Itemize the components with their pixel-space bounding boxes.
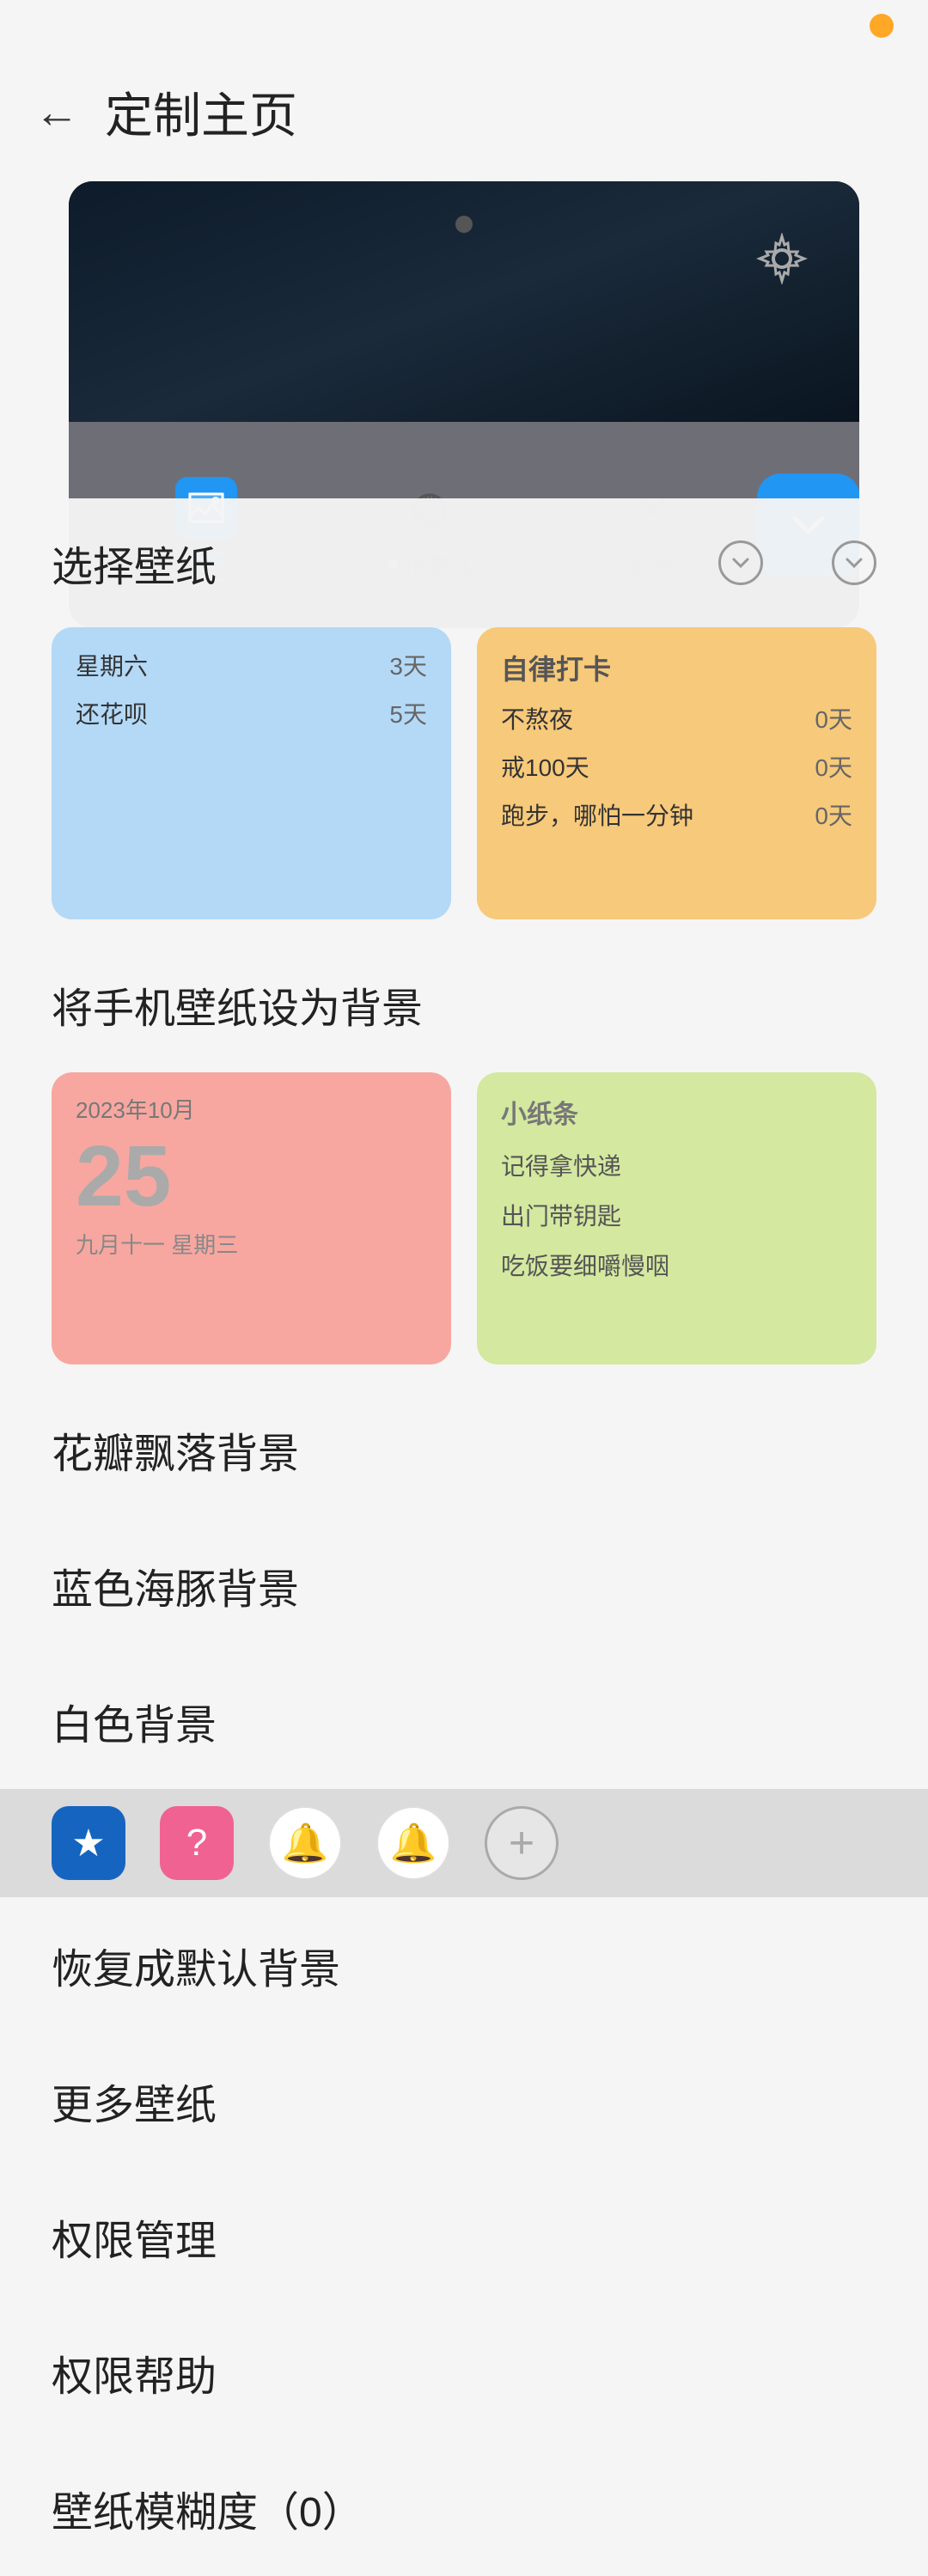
back-button[interactable]: ← [34, 90, 79, 135]
widget-bell2[interactable]: 🔔 [376, 1806, 450, 1880]
card-date-label: 2023年10月 [76, 1093, 427, 1125]
status-bar [0, 0, 928, 52]
header: ← 定制主页 [0, 52, 928, 164]
preview-background [69, 181, 859, 422]
card-date-number: 25 [76, 1133, 427, 1219]
menu-blue-dolphin[interactable]: 蓝色海豚背景 [0, 1517, 928, 1653]
card-row-sleep: 不熬夜 0天 [501, 701, 852, 736]
menu-petal-bg[interactable]: 花瓣飘落背景 [0, 1382, 928, 1517]
card-notes[interactable]: 小纸条 记得拿快递 出门带钥匙 吃饭要细嚼慢咽 [477, 1072, 876, 1364]
wallpaper-select-row[interactable]: 选择壁纸 [0, 498, 928, 627]
card-habit-tracker[interactable]: 星期六 3天 还花呗 5天 [52, 627, 451, 919]
card-row-saturday: 星期六 3天 [76, 648, 427, 682]
card-note-3: 吃饭要细嚼慢咽 [501, 1248, 852, 1282]
widget-bell1[interactable]: 🔔 [268, 1806, 342, 1880]
menu-permission-help[interactable]: 权限帮助 [0, 2304, 928, 2440]
menu-restore-default[interactable]: 恢复成默认背景 [0, 1897, 928, 2033]
card-self-discipline[interactable]: 自律打卡 不熬夜 0天 戒100天 0天 跑步，哪怕一分钟 0天 [477, 627, 876, 919]
wallpaper-label: 选择壁纸 [52, 533, 217, 593]
widget-add[interactable]: + [485, 1806, 559, 1880]
settings-icon[interactable] [756, 233, 808, 284]
card-row-quit100: 戒100天 0天 [501, 749, 852, 784]
menu-set-wallpaper[interactable]: 将手机壁纸设为背景 [0, 937, 928, 1072]
chevron-down-1[interactable] [718, 540, 763, 585]
card-row-huabei: 还花呗 5天 [76, 696, 427, 730]
cards-row-2: 2023年10月 25 九月十一 星期三 小纸条 记得拿快递 出门带钥匙 吃饭要… [0, 1072, 928, 1364]
card-note-1: 记得拿快递 [501, 1148, 852, 1182]
page-title: 定制主页 [105, 77, 297, 147]
overlay-menu: 选择壁纸 星期六 3天 还花呗 5天 [0, 498, 928, 1650]
card-date-sub: 九月十一 星期三 [76, 1228, 427, 1260]
bottom-widget-bar: ★ ? 🔔 🔔 + [0, 1789, 928, 1897]
chevron-down-2[interactable] [832, 540, 876, 585]
menu-permission-management[interactable]: 权限管理 [0, 2169, 928, 2304]
widget-star[interactable]: ★ [52, 1806, 125, 1880]
cards-row-1: 星期六 3天 还花呗 5天 自律打卡 不熬夜 0天 戒100天 0天 跑步，哪怕… [0, 627, 928, 919]
card-row-run: 跑步，哪怕一分钟 0天 [501, 797, 852, 832]
card-calendar[interactable]: 2023年10月 25 九月十一 星期三 [52, 1072, 451, 1364]
camera-dot [455, 216, 473, 233]
menu-wallpaper-blur[interactable]: 壁纸模糊度（0） [0, 2440, 928, 2576]
menu-white-bg[interactable]: 白色背景 [0, 1653, 928, 1789]
card-notes-header: 小纸条 [501, 1093, 852, 1131]
status-indicator [870, 14, 894, 38]
card-orange-header: 自律打卡 [501, 648, 852, 687]
widget-question[interactable]: ? [160, 1806, 234, 1880]
menu-more-wallpaper[interactable]: 更多壁纸 [0, 2033, 928, 2169]
card-note-2: 出门带钥匙 [501, 1198, 852, 1232]
